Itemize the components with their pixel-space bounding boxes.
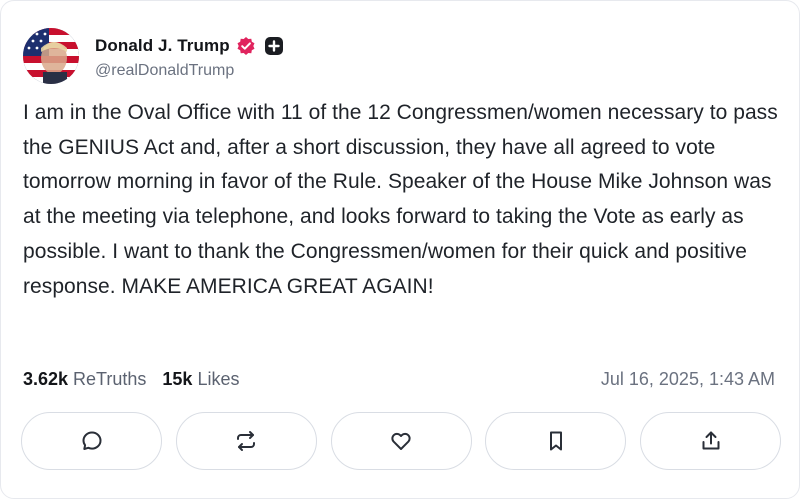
name-row: Donald J. Trump <box>95 33 284 59</box>
retruths-stat[interactable]: 3.62k ReTruths <box>23 369 146 390</box>
post-card: Donald J. Trump @realDonaldTrump I am in… <box>0 0 800 499</box>
heart-icon <box>391 432 411 450</box>
author-handle[interactable]: @realDonaldTrump <box>95 62 284 80</box>
reply-button[interactable] <box>21 412 162 470</box>
repost-icon <box>237 431 256 451</box>
post-stats: 3.62k ReTruths 15k Likes <box>23 365 255 393</box>
verified-badge-icon <box>236 36 256 56</box>
likes-label: Likes <box>197 368 240 389</box>
post-body-text: I am in the Oval Office with 11 of the 1… <box>23 101 778 298</box>
bookmark-button[interactable] <box>485 412 627 470</box>
flag-portrait-avatar-icon <box>23 28 79 84</box>
retruth-button[interactable] <box>175 412 317 470</box>
avatar[interactable] <box>23 28 79 84</box>
bookmark-icon <box>549 431 562 451</box>
likes-stat[interactable]: 15k Likes <box>162 369 239 390</box>
plus-badge-icon <box>264 36 284 56</box>
retruths-label: ReTruths <box>73 368 147 389</box>
share-icon <box>702 431 719 450</box>
post-timestamp[interactable]: Jul 16, 2025, 1:43 AM <box>601 365 775 393</box>
like-button[interactable] <box>330 412 472 470</box>
author-display-name[interactable]: Donald J. Trump <box>95 36 230 56</box>
comment-icon <box>82 431 101 450</box>
retruths-count: 3.62k <box>23 368 69 389</box>
post-header: Donald J. Trump @realDonaldTrump <box>23 27 284 85</box>
likes-count: 15k <box>162 368 193 389</box>
share-button[interactable] <box>640 412 781 470</box>
author-names: Donald J. Trump @realDonaldTrump <box>95 33 284 80</box>
action-bar <box>21 412 781 470</box>
